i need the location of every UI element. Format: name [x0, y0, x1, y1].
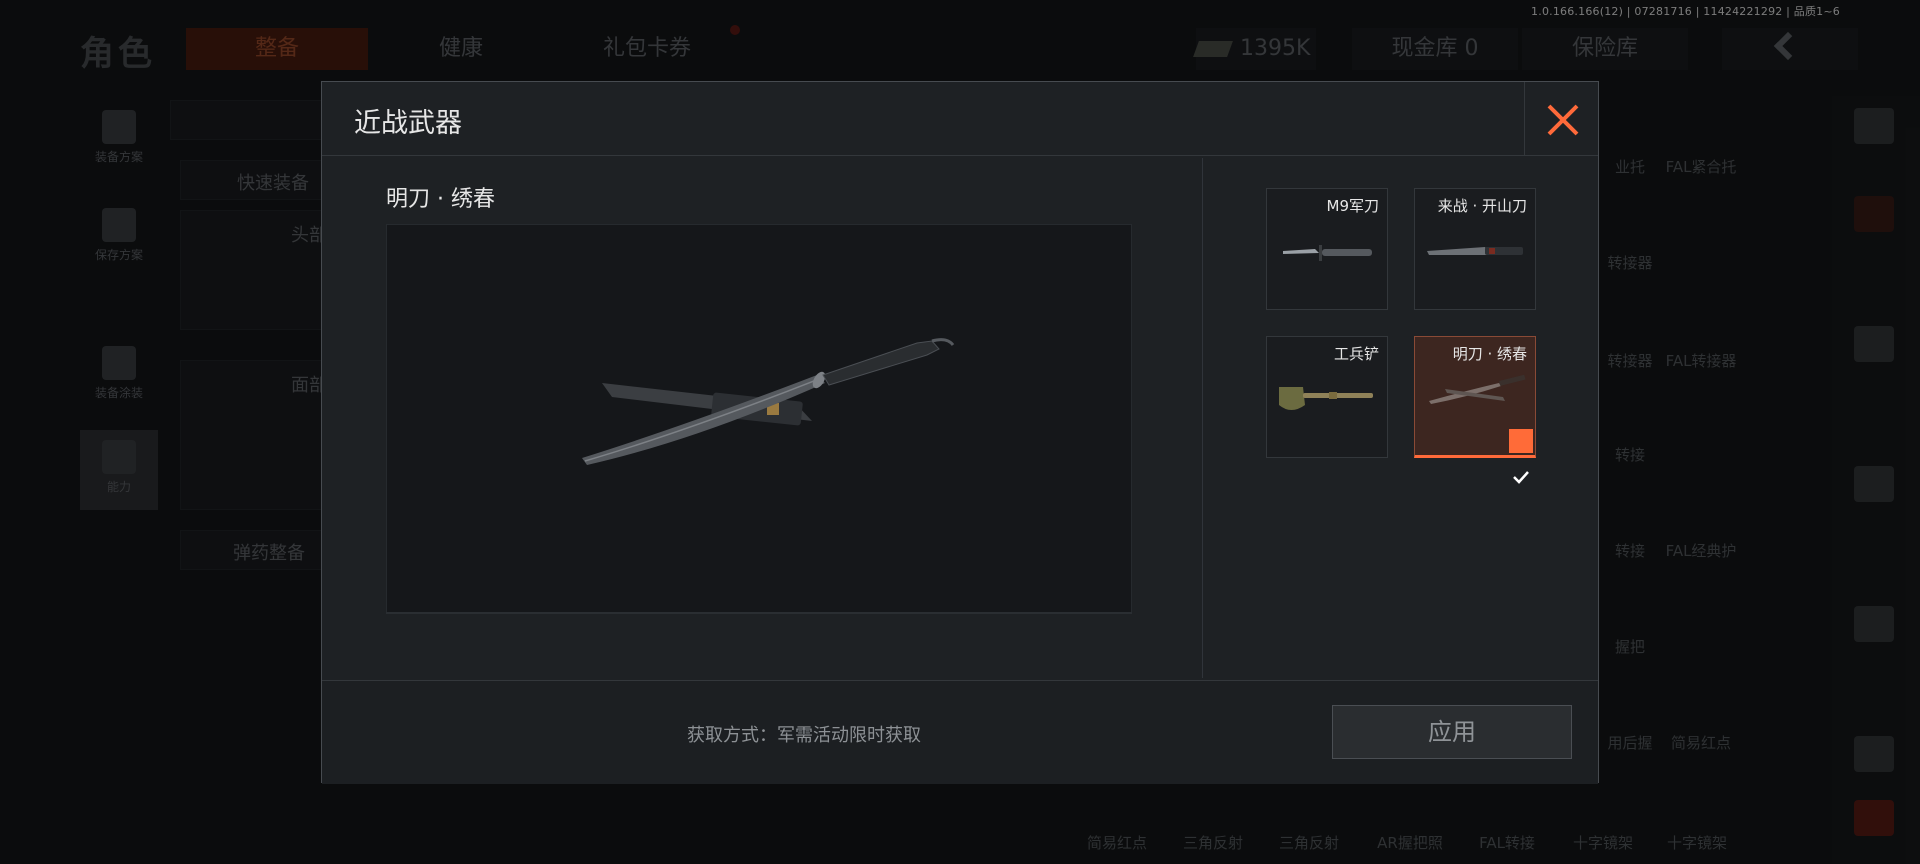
shovel-icon [1279, 387, 1373, 410]
combat-knife-icon [1283, 245, 1372, 261]
weapon-card-shovel[interactable]: 工兵铲 [1266, 336, 1388, 458]
melee-weapon-dialog: 近战武器 明刀 · 绣春 M9军刀 来战 · 开山刀 工兵铲 明刀 · 绣春 获… [321, 81, 1599, 784]
dialog-footer: 获取方式：军需活动限时获取 应用 [322, 680, 1598, 784]
weapon-card-label: M9军刀 [1326, 197, 1380, 215]
weapon-preview[interactable] [386, 224, 1132, 613]
weapon-card-machete[interactable]: 来战 · 开山刀 [1414, 188, 1536, 310]
selected-checkmark-icon [1509, 429, 1533, 484]
dialog-header: 近战武器 [322, 82, 1598, 156]
weapon-card-label: 工兵铲 [1333, 345, 1379, 363]
machete-icon [1427, 247, 1523, 255]
saber-icon [1429, 374, 1526, 404]
weapon-card-label: 明刀 · 绣春 [1452, 345, 1527, 363]
saber-preview-icon [582, 338, 955, 465]
acquisition-method-text: 获取方式：军需活动限时获取 [687, 725, 921, 746]
dialog-divider [1202, 158, 1203, 678]
preview-divider [386, 612, 1132, 614]
selected-weapon-name: 明刀 · 绣春 [386, 187, 495, 212]
weapon-card-saber[interactable]: 明刀 · 绣春 [1414, 336, 1536, 484]
weapon-card-m9-knife[interactable]: M9军刀 [1266, 188, 1388, 310]
apply-button[interactable]: 应用 [1332, 705, 1572, 759]
dialog-title: 近战武器 [354, 108, 462, 139]
close-icon [1547, 104, 1579, 136]
close-button[interactable] [1524, 82, 1598, 156]
weapon-card-label: 来战 · 开山刀 [1437, 197, 1527, 215]
